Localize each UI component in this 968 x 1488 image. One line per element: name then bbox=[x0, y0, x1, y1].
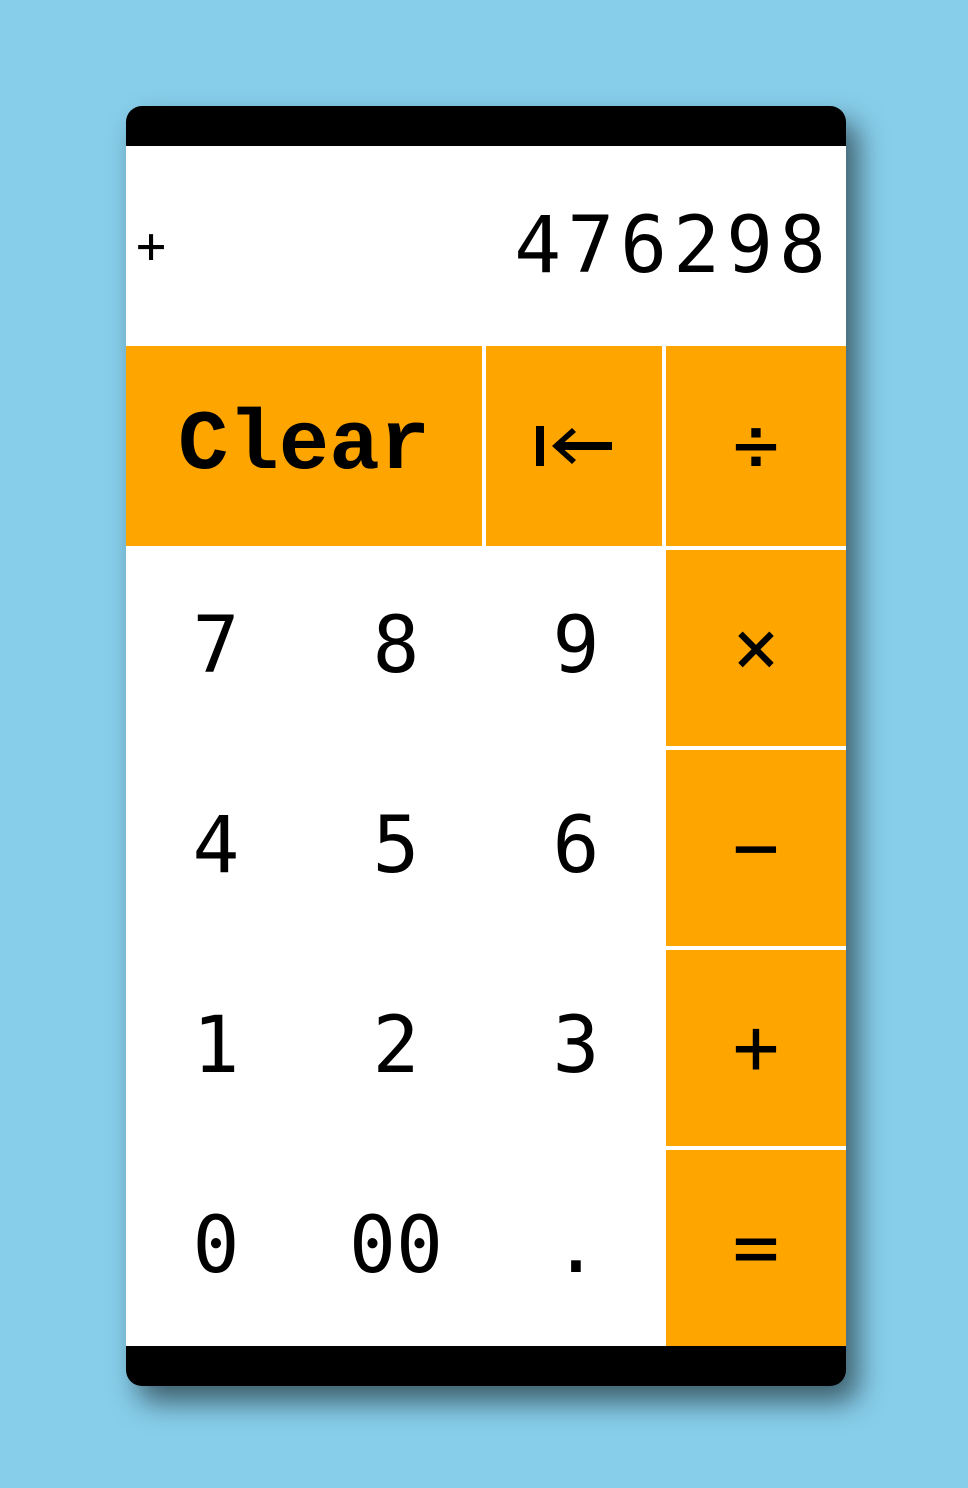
digit-5-button[interactable]: 5 bbox=[306, 746, 486, 946]
decimal-point-button[interactable]: . bbox=[486, 1146, 666, 1346]
display-value: 476298 bbox=[514, 201, 832, 291]
digit-2-button[interactable]: 2 bbox=[306, 946, 486, 1146]
key-divider bbox=[666, 1146, 846, 1150]
digit-1-button[interactable]: 1 bbox=[126, 946, 306, 1146]
digit-4-button[interactable]: 4 bbox=[126, 746, 306, 946]
equals-button[interactable]: = bbox=[666, 1150, 846, 1346]
digit-0-button[interactable]: 0 bbox=[126, 1146, 306, 1346]
key-divider bbox=[666, 746, 846, 750]
key-divider bbox=[482, 346, 486, 546]
digit-8-button[interactable]: 8 bbox=[306, 546, 486, 746]
clear-button[interactable]: Clear bbox=[126, 346, 482, 546]
digit-6-button[interactable]: 6 bbox=[486, 746, 666, 946]
keypad: Clear ÷ 7 8 9 × 4 5 6 − 1 2 3 + 0 00 . = bbox=[126, 346, 846, 1346]
digit-7-button[interactable]: 7 bbox=[126, 546, 306, 746]
key-divider bbox=[666, 946, 846, 950]
display: + 476298 bbox=[126, 146, 846, 346]
operator-indicator: + bbox=[136, 217, 167, 275]
add-button[interactable]: + bbox=[666, 950, 846, 1146]
key-divider bbox=[662, 346, 666, 1346]
digit-9-button[interactable]: 9 bbox=[486, 546, 666, 746]
subtract-button[interactable]: − bbox=[666, 750, 846, 946]
backspace-arrow-icon bbox=[532, 422, 616, 470]
key-divider bbox=[666, 546, 846, 550]
backspace-button[interactable] bbox=[486, 346, 662, 546]
digit-3-button[interactable]: 3 bbox=[486, 946, 666, 1146]
divide-button[interactable]: ÷ bbox=[666, 346, 846, 546]
multiply-button[interactable]: × bbox=[666, 550, 846, 746]
double-zero-button[interactable]: 00 bbox=[306, 1146, 486, 1346]
calculator: + 476298 Clear ÷ 7 8 9 × 4 5 6 − 1 2 3 +… bbox=[126, 106, 846, 1386]
